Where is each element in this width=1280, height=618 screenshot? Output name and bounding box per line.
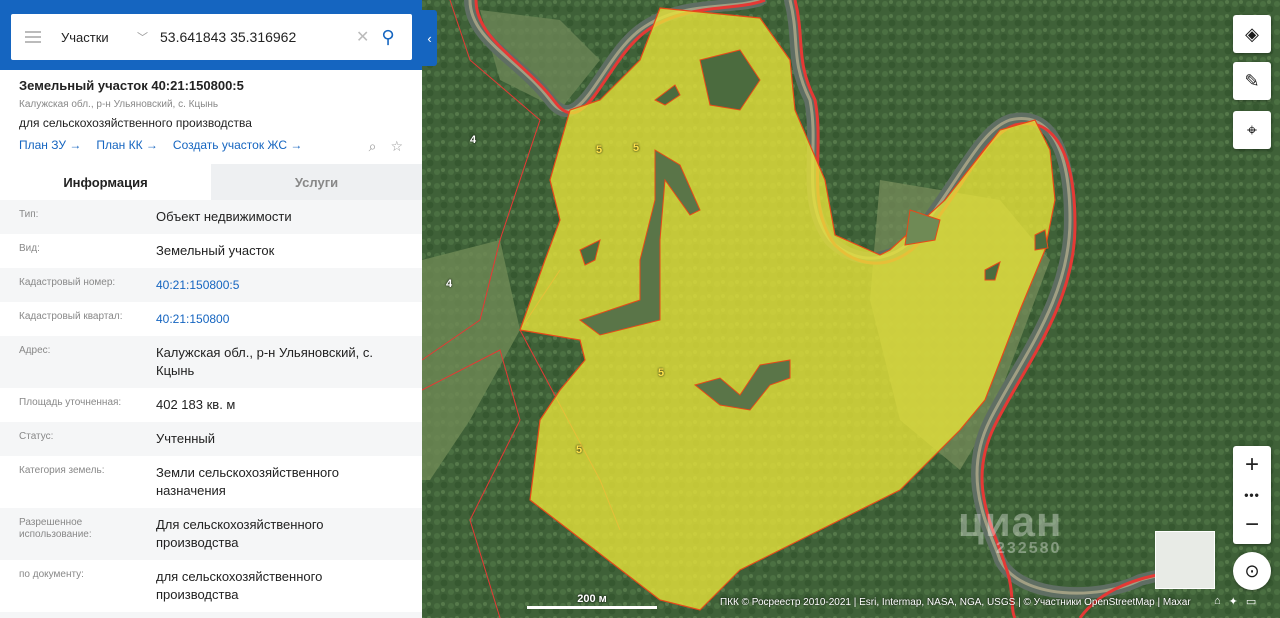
clear-icon[interactable]: ✕ (356, 27, 369, 47)
info-row: Адрес: Калужская обл., р-н Ульяновский, с… (0, 336, 422, 388)
info-row: по документу: для сельскохозяйственного п… (0, 560, 422, 612)
info-key: Разрешенное использование: (19, 517, 92, 540)
zoom-control: + ••• − (1233, 446, 1271, 544)
info-key: Вид: (19, 243, 40, 254)
parcel-address: Калужская обл., р-н Ульяновский, с. Кцын… (19, 99, 219, 110)
info-key: Статус: (19, 431, 54, 442)
info-row: Категория земель: Земли сельскохозяйствен… (0, 456, 422, 508)
tab-services[interactable]: Услуги (211, 164, 422, 200)
plan-kk-link[interactable]: План КК → (96, 138, 158, 152)
info-key: по документу: (19, 569, 84, 580)
plot-number-label: 4 (470, 134, 477, 146)
info-key: Площадь уточненная: (19, 397, 122, 408)
create-parcel-link[interactable]: Создать участок ЖС → (173, 138, 302, 152)
info-value-link[interactable]: 40:21:150800:5 (156, 276, 403, 294)
bottom-icons: ⌂ ✦ ▭ (1214, 595, 1256, 608)
plan-zu-link[interactable]: План ЗУ → (19, 138, 81, 152)
info-row: Статус: Учтенный (0, 422, 422, 456)
scale-bar: 200 м (527, 593, 657, 609)
search-doc-icon[interactable]: ⌕ (369, 138, 377, 155)
minimap[interactable] (1155, 531, 1215, 589)
parcel-title: Земельный участок 40:21:150800:5 (19, 78, 244, 93)
info-value-link[interactable]: 40:21:150800 (156, 310, 403, 328)
ruler-icon: ✎ (1244, 70, 1260, 91)
ruler-button[interactable]: ✎ (1233, 62, 1271, 100)
plot-number-label: 5 (658, 367, 665, 379)
zoom-in-button[interactable]: + (1233, 446, 1271, 484)
compass-button[interactable]: ⊙ (1233, 552, 1271, 590)
parcel-actions: ⌕ ☆ (369, 138, 403, 155)
home-icon[interactable]: ⌂ (1214, 595, 1221, 608)
plus-icon: + (1244, 451, 1259, 478)
plot-number-label: 5 (633, 142, 640, 154)
info-value: Объект недвижимости (156, 209, 292, 224)
star-icon[interactable]: ☆ (390, 138, 403, 155)
menu-icon[interactable] (25, 31, 41, 43)
more-button[interactable]: ••• (1233, 484, 1271, 506)
info-key: Адрес: (19, 345, 51, 356)
info-row: Форма собственности: (0, 612, 422, 618)
parcel-header: Земельный участок 40:21:150800:5 Калужск… (0, 70, 422, 164)
search-mode-select[interactable]: Участки (61, 30, 137, 45)
search-icon[interactable]: ⚲ (381, 27, 394, 48)
layers-icon: ◈ (1245, 23, 1259, 44)
info-row: Разрешенное использование: Для сельскохоз… (0, 508, 422, 560)
zoom-out-button[interactable]: − (1233, 506, 1271, 544)
fullscreen-icon[interactable]: ▭ (1246, 595, 1256, 608)
info-key: Тип: (19, 209, 39, 220)
info-row: Тип: Объект недвижимости (0, 200, 422, 234)
map-attribution: ПКК © Росреестр 2010-2021 | Esri, Interm… (720, 597, 1191, 608)
minus-icon: − (1244, 511, 1259, 538)
plot-number-label: 5 (596, 144, 603, 156)
more-icon: ••• (1244, 488, 1260, 502)
watermark-text: циан (958, 498, 1063, 545)
info-row: Площадь уточненная: 402 183 кв. м (0, 388, 422, 422)
crosshair-icon: ⌖ (1246, 119, 1258, 140)
info-value: для сельскохозяйственного производства (156, 569, 323, 602)
info-key: Кадастровый квартал: (19, 311, 123, 322)
info-row: Кадастровый квартал: 40:21:150800 (0, 302, 422, 336)
layers-button[interactable]: ◈ (1233, 15, 1271, 53)
info-row: Кадастровый номер: 40:21:150800:5 (0, 268, 422, 302)
location-icon[interactable]: ✦ (1229, 595, 1238, 608)
parcel-links: План ЗУ → План КК → Создать участок ЖС → (19, 138, 404, 152)
info-value: Земли сельскохозяйственного назначения (156, 465, 339, 498)
info-table: Тип: Объект недвижимости Вид: Земельный уча… (0, 200, 422, 618)
search-box: Участки ﹀ ✕ ⚲ (11, 14, 412, 60)
compass-icon: ⊙ (1244, 560, 1260, 581)
watermark: циан 232580 (958, 498, 1062, 558)
scale-label: 200 м (577, 593, 607, 605)
info-value: Калужская обл., р-н Ульяновский, с. Кцын… (156, 345, 373, 378)
watermark-sub: 232580 (996, 540, 1062, 557)
info-panel: Участки ﹀ ✕ ⚲ Земельный участок 40:21:15… (0, 0, 422, 618)
search-input[interactable] (160, 29, 356, 45)
info-key: Категория земель: (19, 465, 105, 476)
collapse-panel-button[interactable]: ‹ (422, 10, 437, 66)
chevron-left-icon: ‹ (427, 30, 432, 46)
info-value: Для сельскохозяйственного производства (156, 517, 324, 550)
info-key: Кадастровый номер: (19, 277, 116, 288)
tabs: Информация Услуги (0, 164, 422, 200)
info-row: Вид: Земельный участок (0, 234, 422, 268)
locate-button[interactable]: ⌖ (1233, 111, 1271, 149)
tab-info[interactable]: Информация (0, 164, 211, 200)
plot-number-label: 4 (446, 278, 453, 290)
chevron-down-icon[interactable]: ﹀ (137, 29, 148, 45)
info-value: Земельный участок (156, 243, 275, 258)
info-value: 402 183 кв. м (156, 397, 236, 412)
plot-number-label: 5 (576, 444, 583, 456)
search-bar: Участки ﹀ ✕ ⚲ (0, 0, 422, 70)
info-value: Учтенный (156, 431, 216, 446)
parcel-use: для сельскохозяйственного производства (19, 116, 252, 130)
